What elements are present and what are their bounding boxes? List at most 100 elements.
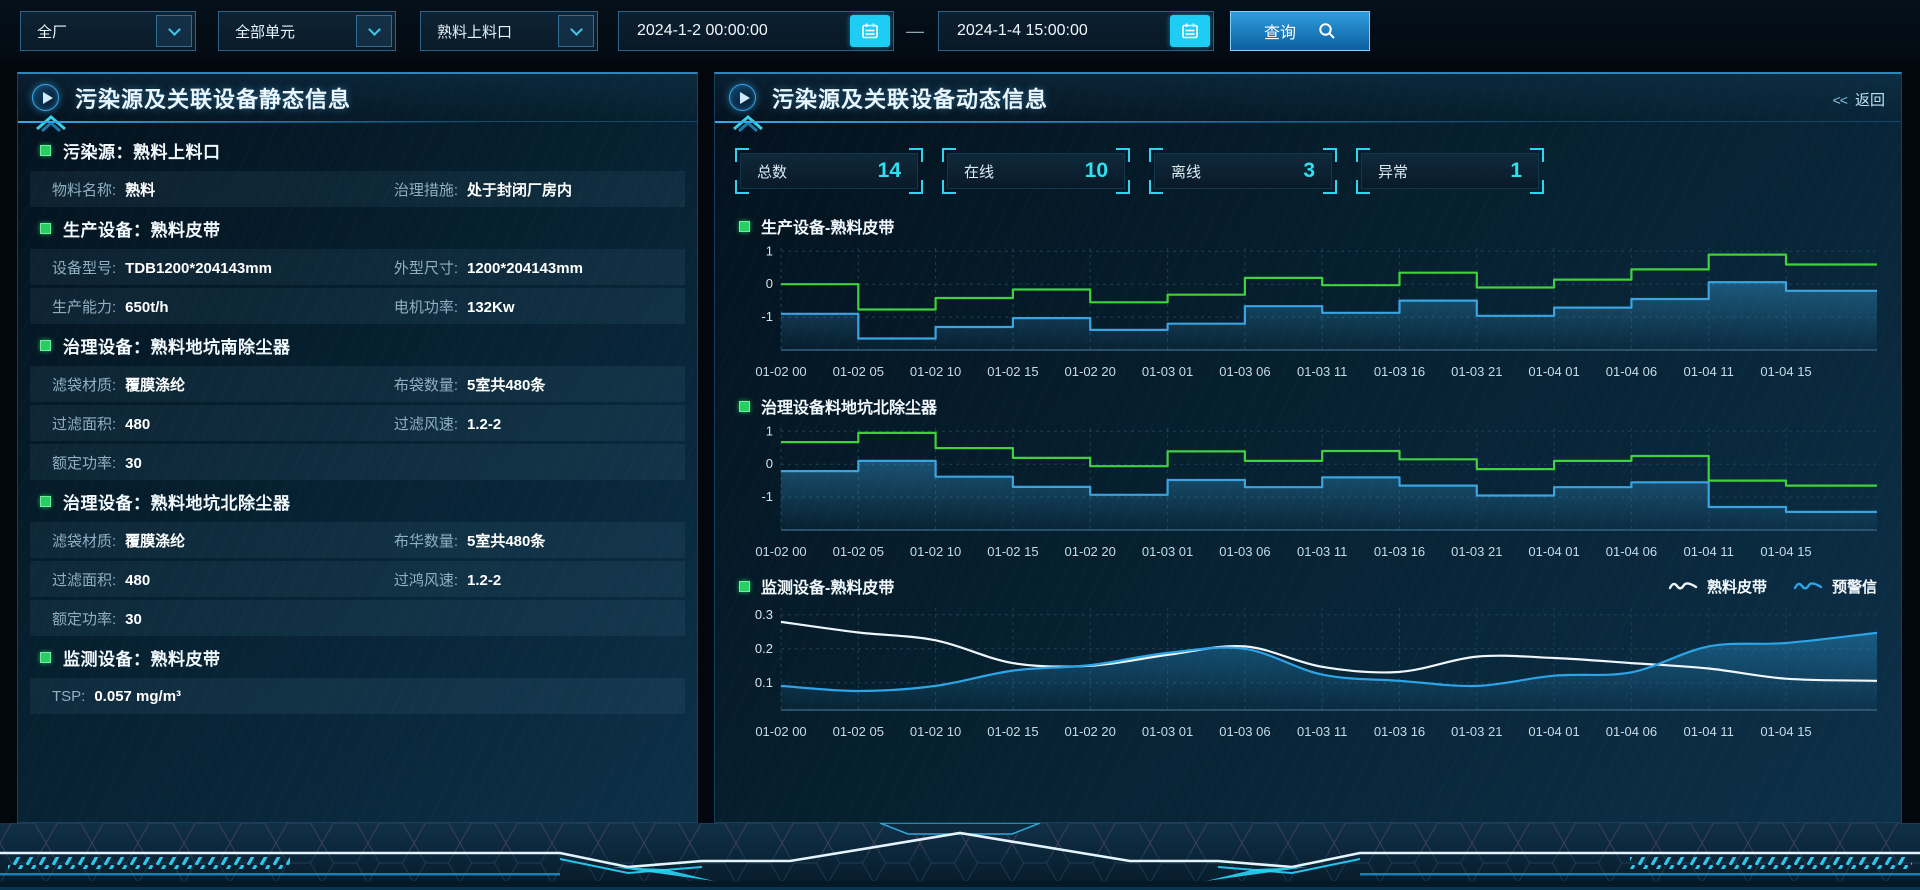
chart-legend: 熟料皮带 预警信: [1668, 576, 1883, 597]
svg-text:01-02 20: 01-02 20: [1065, 364, 1116, 379]
svg-text:0: 0: [766, 456, 773, 471]
svg-text:0.1: 0.1: [755, 675, 773, 690]
svg-text:01-03 11: 01-03 11: [1297, 544, 1347, 559]
svg-text:01-02 05: 01-02 05: [833, 544, 884, 559]
chart-monitoring-equipment: 监测设备-熟料皮带 熟料皮带 预警信: [735, 570, 1883, 747]
svg-text:01-04 11: 01-04 11: [1684, 544, 1734, 559]
svg-text:-1: -1: [761, 489, 773, 504]
svg-text:01-02 10: 01-02 10: [910, 544, 961, 559]
svg-text:01-02 10: 01-02 10: [910, 364, 961, 379]
wave-line-icon: [1793, 580, 1823, 592]
svg-text:01-04 01: 01-04 01: [1528, 364, 1579, 379]
svg-text:01-02 15: 01-02 15: [987, 724, 1038, 739]
date-range-separator: —: [906, 21, 924, 42]
step-chart: 10-101-02 0001-02 0501-02 1001-02 1501-0…: [735, 422, 1885, 567]
kv-row: 滤袋材质:覆膜涤纶 布华数量:5室共480条: [30, 522, 685, 558]
svg-text:01-04 06: 01-04 06: [1606, 544, 1657, 559]
svg-text:01-04 01: 01-04 01: [1528, 724, 1579, 739]
date-to-input[interactable]: 2024-1-4 15:00:00: [938, 11, 1214, 51]
chevron-down-icon[interactable]: [558, 15, 594, 47]
kv-row: 设备型号:TDB1200*204143mm 外型尺寸:1200*204143mm: [30, 249, 685, 285]
legend-item-warning[interactable]: 预警信: [1793, 576, 1877, 597]
svg-text:01-03 11: 01-03 11: [1297, 364, 1347, 379]
green-square-icon: [739, 401, 750, 412]
kv-row: 额定功率:30: [30, 444, 685, 480]
query-button-label: 查询: [1264, 19, 1296, 43]
svg-text:01-03 01: 01-03 01: [1142, 364, 1193, 379]
chevron-down-icon[interactable]: [356, 15, 392, 47]
svg-text:01-04 15: 01-04 15: [1760, 364, 1811, 379]
svg-text:01-03 01: 01-03 01: [1142, 724, 1193, 739]
green-square-icon: [40, 652, 51, 663]
device-stats-row: 总数 14 在线 10 离线 3 异常 1: [715, 122, 1901, 194]
line-chart: 0.30.20.101-02 0001-02 0501-02 1001-02 1…: [735, 602, 1885, 747]
svg-text:01-02 20: 01-02 20: [1065, 544, 1116, 559]
legend-item-material-belt[interactable]: 熟料皮带: [1668, 576, 1767, 597]
svg-text:01-04 15: 01-04 15: [1760, 724, 1811, 739]
section-production-equipment: 生产设备：熟料皮带: [30, 210, 685, 246]
svg-text:01-03 21: 01-03 21: [1451, 364, 1502, 379]
plant-select[interactable]: 全厂: [20, 11, 196, 51]
back-button[interactable]: << 返回: [1833, 89, 1885, 110]
step-chart: 10-101-02 0001-02 0501-02 1001-02 1501-0…: [735, 242, 1885, 387]
svg-text:01-03 06: 01-03 06: [1219, 364, 1270, 379]
kv-row: 额定功率:30: [30, 600, 685, 636]
calendar-icon[interactable]: [850, 15, 890, 47]
query-button[interactable]: 查询: [1230, 11, 1370, 51]
play-icon: [32, 84, 59, 111]
filter-toolbar: 全厂 全部单元 熟料上料口 2024-1-2 00:00:00 — 2024-1…: [0, 0, 1920, 62]
section-monitoring-equipment: 监测设备：熟料皮带: [30, 639, 685, 675]
play-icon: [729, 84, 756, 111]
static-info-body: 污染源：熟料上料口 物料名称:熟料 治理措施:处于封闭厂房内 生产设备：熟料皮带…: [18, 122, 697, 714]
kv-row: 过滤面积:480 过滤风速:1.2-2: [30, 405, 685, 441]
kv-row: TSP:0.057 mg/m³: [30, 678, 685, 714]
dynamic-info-panel: 污染源及关联设备动态信息 << 返回 总数 14 在线 10 离线 3: [714, 72, 1902, 823]
chevron-down-icon[interactable]: [156, 15, 192, 47]
svg-text:1: 1: [766, 243, 773, 258]
static-info-header: 污染源及关联设备静态信息: [18, 74, 697, 122]
svg-text:01-04 01: 01-04 01: [1528, 544, 1579, 559]
stat-online: 在线 10: [942, 148, 1130, 194]
stat-total: 总数 14: [735, 148, 923, 194]
chart-treatment-equipment: 治理设备料地坑北除尘器 10-101-02 0001-02 0501-02 10…: [735, 390, 1883, 567]
stat-abnormal: 异常 1: [1356, 148, 1544, 194]
svg-text:01-03 11: 01-03 11: [1297, 724, 1347, 739]
svg-text:01-02 05: 01-02 05: [833, 364, 884, 379]
svg-text:01-03 21: 01-03 21: [1451, 724, 1502, 739]
section-treatment-equipment-south: 治理设备：熟料地坑南除尘器: [30, 327, 685, 363]
back-button-label: 返回: [1855, 89, 1885, 110]
search-icon: [1318, 22, 1336, 40]
svg-text:01-02 15: 01-02 15: [987, 544, 1038, 559]
unit-select-value: 全部单元: [235, 21, 295, 42]
footer-decoration: [0, 823, 1920, 890]
chart-title: 监测设备-熟料皮带: [761, 574, 894, 598]
green-square-icon: [739, 221, 750, 232]
date-from-value: 2024-1-2 00:00:00: [637, 22, 768, 40]
green-square-icon: [739, 581, 750, 592]
back-arrows-icon: <<: [1833, 92, 1847, 108]
unit-select[interactable]: 全部单元: [218, 11, 396, 51]
date-to-value: 2024-1-4 15:00:00: [957, 22, 1088, 40]
svg-text:01-03 01: 01-03 01: [1142, 544, 1193, 559]
svg-text:-1: -1: [761, 309, 773, 324]
date-from-input[interactable]: 2024-1-2 00:00:00: [618, 11, 894, 51]
green-square-icon: [40, 496, 51, 507]
calendar-icon[interactable]: [1170, 15, 1210, 47]
static-info-title: 污染源及关联设备静态信息: [75, 82, 351, 114]
svg-text:01-02 05: 01-02 05: [833, 724, 884, 739]
section-pollution-source: 污染源：熟料上料口: [30, 132, 685, 168]
svg-text:01-02 00: 01-02 00: [755, 724, 806, 739]
svg-text:01-03 16: 01-03 16: [1374, 364, 1425, 379]
point-select[interactable]: 熟料上料口: [420, 11, 598, 51]
point-select-value: 熟料上料口: [437, 21, 512, 42]
svg-text:01-03 16: 01-03 16: [1374, 544, 1425, 559]
svg-text:1: 1: [766, 423, 773, 438]
dynamic-info-header: 污染源及关联设备动态信息 << 返回: [715, 74, 1901, 122]
section-treatment-equipment-north: 治理设备：熟料地坑北除尘器: [30, 483, 685, 519]
static-info-panel: 污染源及关联设备静态信息 污染源：熟料上料口 物料名称:熟料 治理措施:处于封闭…: [17, 72, 698, 823]
svg-text:01-03 21: 01-03 21: [1451, 544, 1502, 559]
kv-row: 滤袋材质:覆膜涤纶 布袋数量:5室共480条: [30, 366, 685, 402]
svg-text:01-02 20: 01-02 20: [1065, 724, 1116, 739]
green-square-icon: [40, 340, 51, 351]
dynamic-info-title: 污染源及关联设备动态信息: [772, 82, 1048, 114]
